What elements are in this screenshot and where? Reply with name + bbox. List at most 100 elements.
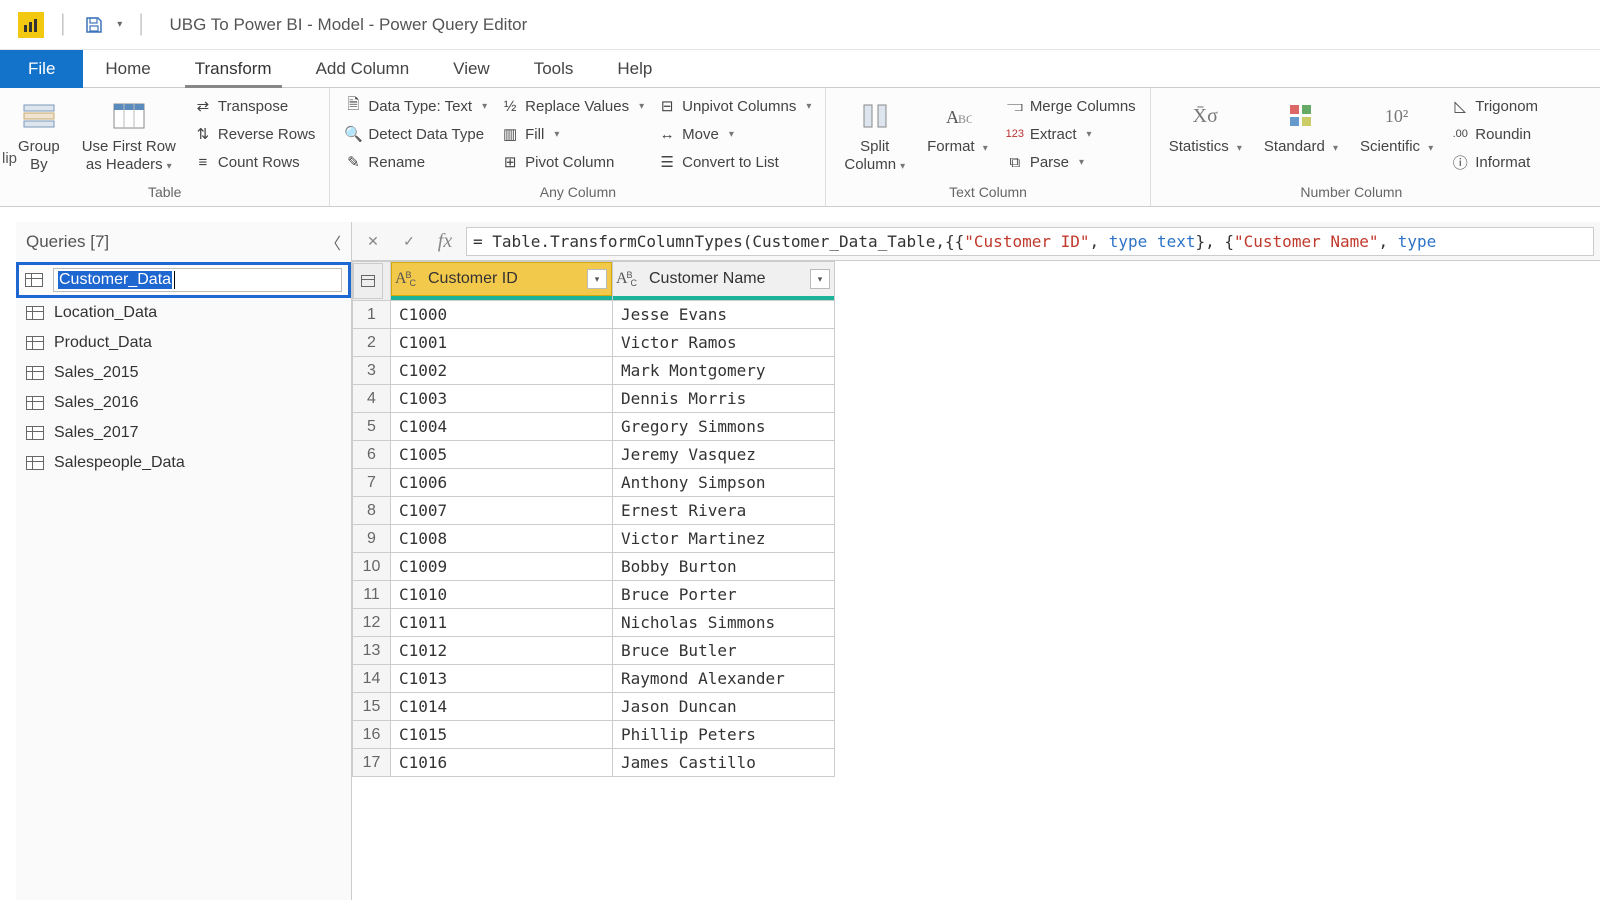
cell-customer-id[interactable]: C1012 [391, 637, 613, 665]
row-number[interactable]: 1 [353, 301, 391, 329]
column-header-customer-name[interactable]: ABC Customer Name ▾ [613, 262, 834, 296]
row-number[interactable]: 2 [353, 329, 391, 357]
cell-customer-id[interactable]: C1013 [391, 665, 613, 693]
text-type-icon[interactable]: ABC [392, 270, 422, 288]
table-row[interactable]: 11C1010Bruce Porter [353, 581, 835, 609]
table-row[interactable]: 17C1016James Castillo [353, 749, 835, 777]
row-number[interactable]: 4 [353, 385, 391, 413]
detect-type-button[interactable]: 🔍Detect Data Type [340, 122, 491, 146]
table-row[interactable]: 15C1014Jason Duncan [353, 693, 835, 721]
table-row[interactable]: 9C1008Victor Martinez [353, 525, 835, 553]
cell-customer-name[interactable]: Phillip Peters [613, 721, 835, 749]
cell-customer-id[interactable]: C1004 [391, 413, 613, 441]
cell-customer-id[interactable]: C1007 [391, 497, 613, 525]
column-filter-button[interactable]: ▾ [587, 269, 607, 289]
transpose-button[interactable]: ⇄Transpose [190, 94, 320, 118]
query-item-editing[interactable]: Customer_Data [16, 262, 351, 298]
table-row[interactable]: 14C1013Raymond Alexander [353, 665, 835, 693]
query-item[interactable]: Salespeople_Data [16, 448, 351, 478]
formula-input[interactable]: = Table.TransformColumnTypes(Customer_Da… [466, 227, 1594, 256]
cell-customer-id[interactable]: C1008 [391, 525, 613, 553]
group-by-button[interactable]: Group By [10, 94, 68, 178]
cell-customer-name[interactable]: Victor Martinez [613, 525, 835, 553]
convert-list-button[interactable]: ☰Convert to List [654, 150, 815, 174]
table-row[interactable]: 1C1000Jesse Evans [353, 301, 835, 329]
query-rename-input[interactable]: Customer_Data [58, 271, 172, 289]
scientific-button[interactable]: 10² Scientific ▾ [1352, 94, 1441, 160]
tab-file[interactable]: File [0, 50, 83, 88]
cell-customer-name[interactable]: Gregory Simmons [613, 413, 835, 441]
table-row[interactable]: 12C1011Nicholas Simmons [353, 609, 835, 637]
select-all-button[interactable] [353, 263, 383, 299]
collapse-pane-button[interactable]: 〈 [325, 230, 341, 254]
format-button[interactable]: ABC Format ▾ [919, 94, 996, 160]
row-number[interactable]: 9 [353, 525, 391, 553]
tab-tools[interactable]: Tools [512, 50, 596, 88]
row-number[interactable]: 12 [353, 609, 391, 637]
cell-customer-id[interactable]: C1016 [391, 749, 613, 777]
pivot-button[interactable]: ⊞Pivot Column [497, 150, 648, 174]
cell-customer-name[interactable]: Nicholas Simmons [613, 609, 835, 637]
cell-customer-name[interactable]: Bobby Burton [613, 553, 835, 581]
cell-customer-id[interactable]: C1010 [391, 581, 613, 609]
row-number[interactable]: 3 [353, 357, 391, 385]
statistics-button[interactable]: X̄σ Statistics ▾ [1161, 94, 1250, 160]
tab-transform[interactable]: Transform [173, 50, 294, 88]
table-row[interactable]: 10C1009Bobby Burton [353, 553, 835, 581]
cell-customer-id[interactable]: C1011 [391, 609, 613, 637]
query-item[interactable]: Location_Data [16, 298, 351, 328]
tab-view[interactable]: View [431, 50, 512, 88]
replace-values-button[interactable]: ½Replace Values▾ [497, 94, 648, 118]
row-number[interactable]: 15 [353, 693, 391, 721]
use-first-row-button[interactable]: Use First Row as Headers▾ [74, 94, 184, 178]
standard-button[interactable]: Standard ▾ [1256, 94, 1346, 160]
table-row[interactable]: 3C1002Mark Montgomery [353, 357, 835, 385]
move-button[interactable]: ↔Move▾ [654, 122, 815, 146]
cell-customer-name[interactable]: Jesse Evans [613, 301, 835, 329]
cell-customer-id[interactable]: C1000 [391, 301, 613, 329]
tab-add-column[interactable]: Add Column [294, 50, 432, 88]
cell-customer-name[interactable]: James Castillo [613, 749, 835, 777]
column-header-customer-id[interactable]: ABC Customer ID ▾ [391, 262, 612, 296]
table-row[interactable]: 7C1006Anthony Simpson [353, 469, 835, 497]
cell-customer-id[interactable]: C1009 [391, 553, 613, 581]
column-filter-button[interactable]: ▾ [810, 269, 830, 289]
query-item[interactable]: Sales_2016 [16, 388, 351, 418]
row-number[interactable]: 11 [353, 581, 391, 609]
table-row[interactable]: 13C1012Bruce Butler [353, 637, 835, 665]
row-number[interactable]: 8 [353, 497, 391, 525]
table-row[interactable]: 5C1004Gregory Simmons [353, 413, 835, 441]
cell-customer-name[interactable]: Raymond Alexander [613, 665, 835, 693]
data-grid[interactable]: ABC Customer ID ▾ ABC Customer Name ▾ [352, 261, 1600, 900]
qat-dropdown-icon[interactable]: ▾ [117, 19, 122, 30]
row-number[interactable]: 14 [353, 665, 391, 693]
query-item[interactable]: Sales_2015 [16, 358, 351, 388]
query-item[interactable]: Sales_2017 [16, 418, 351, 448]
cell-customer-id[interactable]: C1005 [391, 441, 613, 469]
cell-customer-id[interactable]: C1003 [391, 385, 613, 413]
count-rows-button[interactable]: ≡Count Rows [190, 150, 320, 174]
table-row[interactable]: 4C1003Dennis Morris [353, 385, 835, 413]
cell-customer-name[interactable]: Jason Duncan [613, 693, 835, 721]
accept-formula-button[interactable]: ✓ [394, 226, 424, 256]
row-number[interactable]: 13 [353, 637, 391, 665]
row-number[interactable]: 10 [353, 553, 391, 581]
cancel-formula-button[interactable]: ✕ [358, 226, 388, 256]
fill-button[interactable]: ▥Fill▾ [497, 122, 648, 146]
data-type-button[interactable]: 🗎Data Type: Text▾ [340, 94, 491, 118]
cell-customer-name[interactable]: Anthony Simpson [613, 469, 835, 497]
reverse-rows-button[interactable]: ⇅Reverse Rows [190, 122, 320, 146]
table-row[interactable]: 2C1001Victor Ramos [353, 329, 835, 357]
row-number[interactable]: 16 [353, 721, 391, 749]
row-number[interactable]: 5 [353, 413, 391, 441]
cell-customer-id[interactable]: C1002 [391, 357, 613, 385]
cell-customer-name[interactable]: Dennis Morris [613, 385, 835, 413]
information-button[interactable]: ⓘInformat [1447, 150, 1542, 174]
cell-customer-name[interactable]: Bruce Butler [613, 637, 835, 665]
tab-home[interactable]: Home [83, 50, 172, 88]
cell-customer-id[interactable]: C1001 [391, 329, 613, 357]
unpivot-button[interactable]: ⊟Unpivot Columns▾ [654, 94, 815, 118]
row-number[interactable]: 6 [353, 441, 391, 469]
rounding-button[interactable]: .00Roundin [1447, 122, 1542, 146]
cell-customer-id[interactable]: C1014 [391, 693, 613, 721]
